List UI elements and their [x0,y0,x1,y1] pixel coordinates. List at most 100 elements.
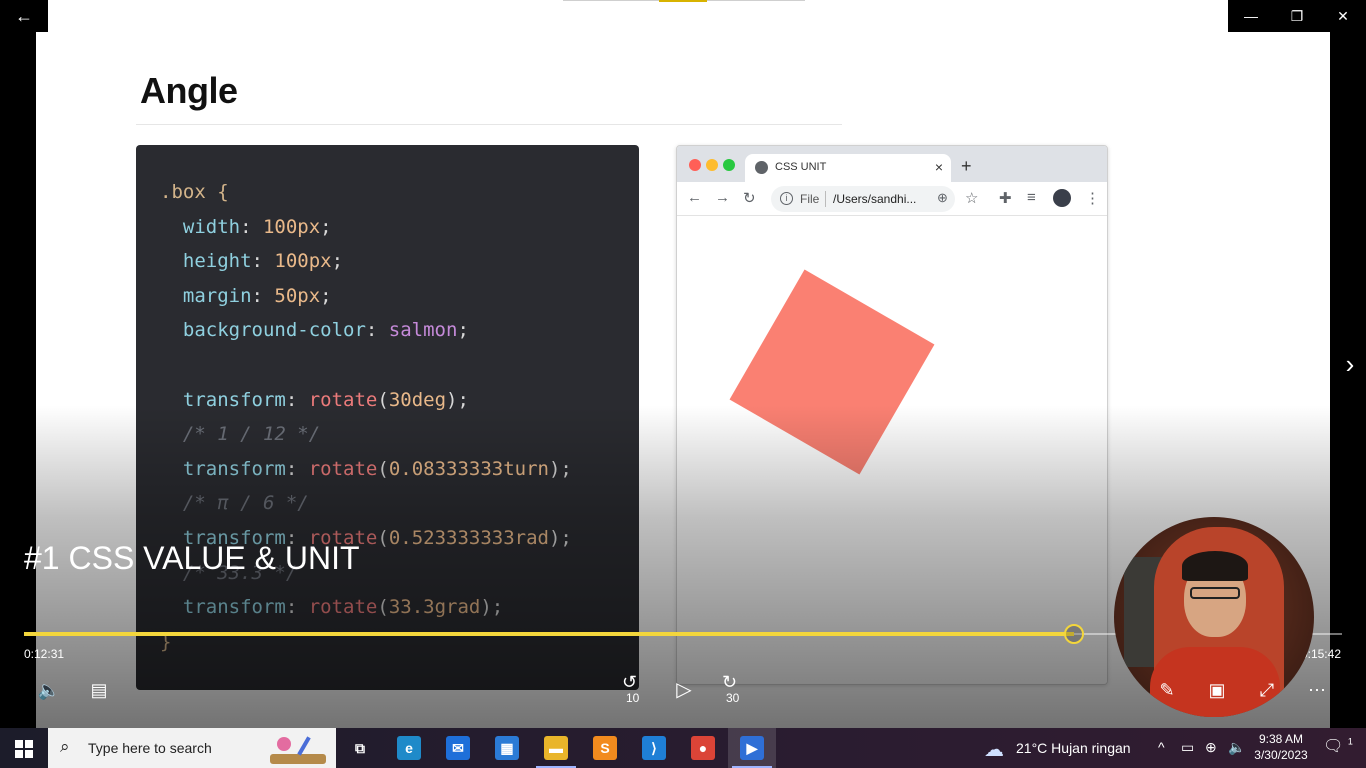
code-token: 100px [262,215,321,238]
star-icon: ☆ [965,190,979,207]
miniview-button[interactable]: ▣ [1204,676,1230,704]
webcam-glasses [1190,587,1240,599]
close-dot-icon [689,159,701,171]
code-token: : [251,284,275,307]
code-token: ; [331,250,344,273]
search-highlight-art [270,736,326,764]
slide-indicator-active [659,0,707,2]
menu-icon: ⋮ [1085,190,1100,207]
minimize-dot-icon [706,159,718,171]
url-separator [825,191,826,207]
close-button[interactable]: ✕ [1320,0,1366,32]
fullscreen-button[interactable]: ⤢ [1254,676,1280,704]
movies-tv-icon: ▶ [740,736,764,760]
taskbar-app-edge[interactable]: e [385,728,433,768]
url-text: /Users/sandhi... [833,192,917,206]
windows-logo-icon [15,740,23,748]
edge-icon: e [397,736,421,760]
taskbar-app-sublime-text[interactable]: S [581,728,629,768]
weather-text[interactable]: 21°C Hujan ringan [1016,740,1131,756]
code-token: ; [320,284,332,307]
file-explorer-icon: ▬ [544,736,568,760]
webcam-hair [1182,551,1248,581]
new-tab-icon: + [961,156,972,176]
rewind-10-button[interactable]: ↺ 10 [618,672,648,705]
search-placeholder: Type here to search [88,740,212,756]
forward-label: 30 [726,691,740,705]
back-button[interactable]: ← [8,4,40,28]
taskbar-app-movies-tv[interactable]: ▶ [728,728,776,768]
taskbar-app-task-view[interactable]: ⧉ [336,728,384,768]
address-bar: i File /Users/sandhi... [771,186,955,212]
volume-icon[interactable]: 🔈 [1228,739,1245,756]
notification-center-button[interactable]: 🗨 1 [1318,736,1358,760]
taskbar-app-chrome[interactable]: ● [679,728,727,768]
forward-30-button[interactable]: ↻ 30 [718,672,748,705]
reload-icon: ↻ [743,190,756,207]
task-view-icon: ⧉ [355,740,365,756]
sublime-text-icon: S [593,736,617,760]
restore-button[interactable]: ❐ [1274,0,1320,32]
code-token: 50px [274,284,321,307]
minimize-button[interactable]: — [1228,0,1274,32]
browser-tabbar: CSS UNIT × + [677,146,1107,182]
url-scheme: File [800,192,820,206]
code-token: salmon [388,319,458,342]
vscode-icon: ⟩ [642,736,666,760]
extensions-icon: ✚ [999,190,1012,207]
browser-toolbar: ← → ↻ i File /Users/sandhi... ⊕ ☆ ✚ ≡ ⋮ [677,182,1107,216]
code-token: ; [320,215,332,238]
queue-icon: ≡ [1027,189,1036,206]
browser-tab: CSS UNIT × [745,154,951,182]
taskbar-app-mail[interactable]: ✉ [434,728,482,768]
taskbar-app-file-explorer[interactable]: ▬ [532,728,580,768]
show-hidden-icons-button[interactable]: ^ [1158,739,1165,755]
taskbar-search[interactable]: ⌕ Type here to search [48,728,336,768]
code-line: .box { [160,175,639,210]
search-icon: ⌕ [60,737,70,756]
clock-time: 9:38 AM [1258,732,1304,746]
play-button[interactable]: ▷ [670,676,698,704]
windows-logo-pane [25,750,33,758]
volume-button[interactable]: 🔈 [36,676,62,704]
avatar [1053,189,1071,207]
network-icon[interactable]: ⊕ [1205,739,1217,756]
notification-icon: 🗨 [1323,738,1344,755]
code-token: background-color [160,319,366,342]
start-button[interactable] [0,728,48,768]
pen-button[interactable]: ✎ [1154,676,1180,704]
clock-date: 3/30/2023 [1254,748,1308,762]
taskbar-app-vscode[interactable]: ⟩ [630,728,678,768]
taskbar: ⌕ Type here to search ⧉ e ✉ ▦ ▬ S ⟩ ● ▶ ☁ 21°C H… [0,728,1366,768]
elapsed-time: 0:12:31 [24,647,65,661]
zoom-icon: ⊕ [937,190,948,205]
video-title: #1 CSS VALUE & UNIT [24,540,360,576]
code-line: background-color: salmon; [160,313,639,348]
code-token: width [160,215,241,238]
code-line: height: 100px; [160,244,639,279]
slide-title: Angle [140,70,238,111]
maximize-dot-icon [723,159,735,171]
video-player[interactable]: Angle .box { width: 100px; height: 100px… [0,0,1366,728]
clock[interactable]: 9:38 AM 3/30/2023 [1252,731,1310,763]
store-icon: ▦ [495,736,519,760]
notification-count: 1 [1347,736,1353,747]
more-options-button[interactable]: ⋯ [1304,676,1330,704]
title-divider [136,124,842,125]
weather-icon[interactable]: ☁ [984,737,1004,762]
code-token: ; [457,319,469,342]
code-token: .box { [160,181,229,203]
mail-icon: ✉ [446,736,470,760]
code-token: : [251,250,275,273]
back-arrow-icon: ← [687,189,702,206]
code-token: : [365,319,389,342]
captions-button[interactable]: ▤ [86,676,112,704]
info-icon: i [780,192,793,205]
chrome-icon: ● [691,736,715,760]
battery-icon[interactable]: ▭ [1181,739,1194,756]
forward-arrow-icon: → [715,189,730,206]
next-slide-button[interactable]: › [1340,346,1360,382]
taskbar-app-store[interactable]: ▦ [483,728,531,768]
code-token: : [240,215,263,238]
